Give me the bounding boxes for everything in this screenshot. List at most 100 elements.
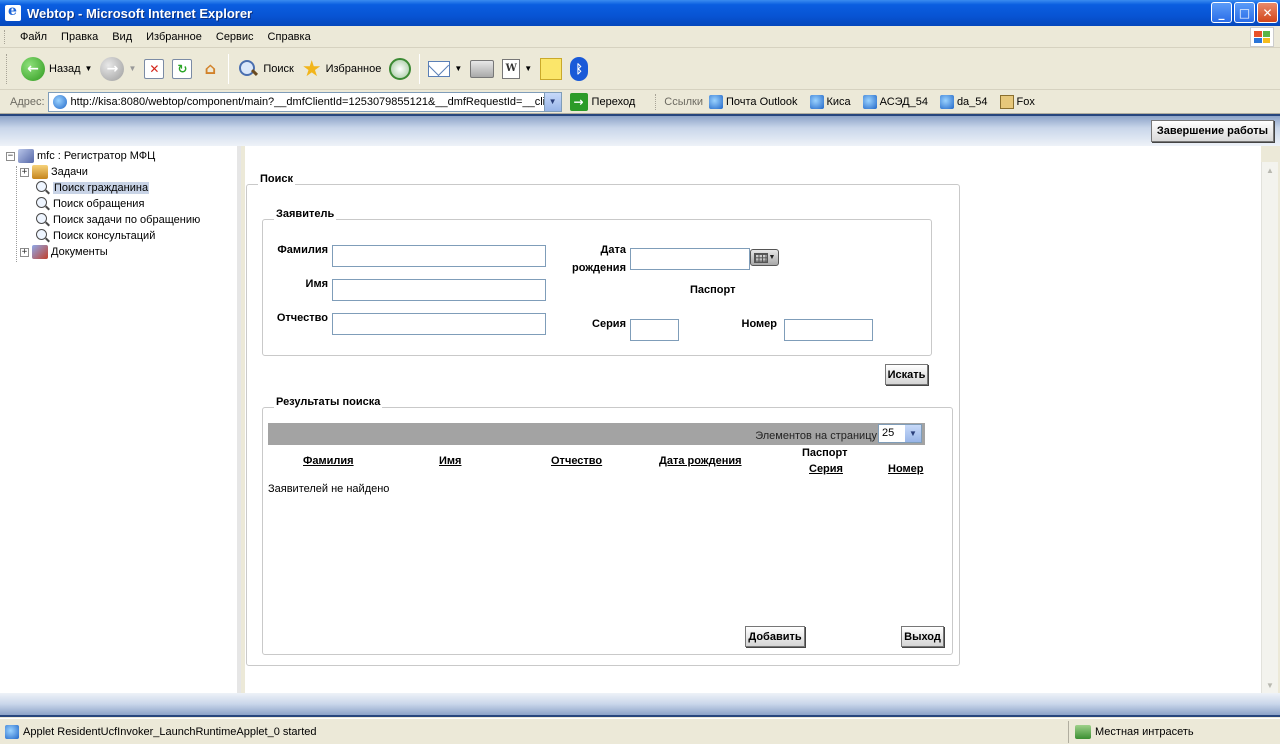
address-dropdown-icon[interactable]: ▼ — [543, 92, 561, 111]
page-icon — [52, 94, 67, 109]
number-label: Номер — [741, 318, 778, 330]
link-label: Fox — [1016, 95, 1035, 108]
menu-tools[interactable]: Сервис — [209, 31, 261, 43]
column-number[interactable]: Номер — [888, 463, 924, 475]
address-input[interactable] — [70, 95, 547, 108]
tree-item-tasks[interactable]: + Задачи — [20, 164, 200, 180]
tree-item-search-appeal[interactable]: Поиск обращения — [36, 196, 200, 212]
favorites-button[interactable]: ★ Избранное — [298, 53, 385, 85]
tree-item-search-citizen[interactable]: Поиск гражданина — [36, 180, 200, 196]
scroll-down-icon[interactable]: ▼ — [1262, 677, 1278, 693]
tree-item-label: Поиск консультаций — [53, 230, 156, 242]
intranet-icon — [1075, 725, 1091, 739]
search-button[interactable]: Поиск — [233, 53, 297, 85]
column-patronymic[interactable]: Отчество — [551, 455, 602, 467]
patronymic-input[interactable] — [332, 313, 546, 335]
tree-item-label: Задачи — [51, 166, 88, 178]
link-label: АСЭД_54 — [879, 95, 928, 108]
forward-dropdown-icon[interactable]: ▼ — [128, 64, 136, 73]
surname-input[interactable] — [332, 245, 546, 267]
menu-favorites[interactable]: Избранное — [139, 31, 209, 43]
edit-button[interactable]: W ▼ — [498, 53, 536, 85]
ie-icon — [5, 3, 21, 21]
stop-button[interactable]: ✕ — [140, 53, 168, 85]
bluetooth-button[interactable]: ᛒ — [566, 53, 592, 85]
minimize-button[interactable]: _ — [1211, 2, 1232, 23]
number-input[interactable] — [784, 319, 873, 341]
link-ased[interactable]: АСЭД_54 — [862, 94, 928, 109]
tree-item-label: Поиск задачи по обращению — [53, 214, 201, 226]
column-surname[interactable]: Фамилия — [303, 455, 354, 467]
word-icon: W — [502, 58, 521, 79]
tree-item-label: Документы — [51, 246, 108, 258]
documents-icon — [32, 245, 48, 259]
print-button[interactable] — [466, 53, 498, 85]
expand-icon[interactable]: + — [20, 247, 29, 257]
logout-button[interactable]: Завершение работы — [1150, 120, 1274, 142]
tree-item-search-task[interactable]: Поиск задачи по обращению — [36, 212, 200, 228]
column-series[interactable]: Серия — [809, 463, 843, 475]
status-bar: Applet ResidentUcfInvoker_LaunchRuntimeA… — [0, 718, 1280, 744]
expand-icon[interactable]: + — [20, 167, 29, 177]
tree-item-search-consultations[interactable]: Поиск консультаций — [36, 228, 200, 244]
page-status-icon — [5, 724, 19, 739]
link-outlook[interactable]: Почта Outlook — [708, 94, 798, 109]
collapse-icon[interactable]: − — [6, 151, 15, 161]
tree-root[interactable]: − mfc : Регистратор МФЦ — [6, 148, 200, 164]
search-icon — [36, 181, 50, 195]
forward-button[interactable]: → ▼ — [96, 53, 140, 85]
calendar-icon — [753, 252, 768, 263]
column-name[interactable]: Имя — [439, 455, 461, 467]
go-arrow-icon: → — [569, 92, 588, 111]
search-label: Поиск — [263, 62, 294, 75]
menu-file[interactable]: Файл — [13, 31, 54, 43]
link-fox[interactable]: Fox — [999, 94, 1035, 109]
security-zone: Местная интрасеть — [1068, 721, 1194, 743]
tree-item-documents[interactable]: + Документы — [20, 244, 200, 260]
note-icon — [540, 57, 563, 80]
mail-dropdown-icon[interactable]: ▼ — [454, 64, 462, 73]
stop-icon: ✕ — [144, 58, 165, 79]
back-button[interactable]: ← Назад ▼ — [17, 53, 96, 85]
main-scrollbar[interactable]: ▲ ▼ — [1261, 162, 1278, 693]
name-input[interactable] — [332, 279, 546, 301]
history-button[interactable] — [385, 53, 415, 85]
column-birth-date[interactable]: Дата рождения — [659, 455, 742, 467]
back-dropdown-icon[interactable]: ▼ — [85, 64, 93, 73]
address-box[interactable]: ▼ — [47, 91, 562, 112]
edit-dropdown-icon[interactable]: ▼ — [524, 64, 532, 73]
link-label: Киса — [826, 95, 851, 108]
menu-bar: Файл Правка Вид Избранное Сервис Справка — [0, 26, 1280, 48]
calendar-button[interactable]: ▼ — [750, 249, 779, 266]
menu-help[interactable]: Справка — [261, 31, 318, 43]
results-legend: Результаты поиска — [274, 396, 383, 408]
close-button[interactable]: ✕ — [1257, 2, 1278, 23]
chevron-down-icon: ▼ — [768, 254, 776, 261]
notes-button[interactable] — [536, 53, 566, 85]
link-kisa[interactable]: Киса — [809, 94, 851, 109]
refresh-button[interactable]: ↻ — [168, 53, 196, 85]
search-submit-button[interactable]: Искать — [885, 364, 928, 385]
printer-icon — [470, 59, 495, 78]
menu-edit[interactable]: Правка — [54, 31, 105, 43]
link-label: da_54 — [956, 95, 988, 108]
exit-button[interactable]: Выход — [901, 626, 944, 647]
link-image-icon — [999, 94, 1014, 109]
series-input[interactable] — [630, 319, 679, 341]
birth-date-input[interactable] — [630, 248, 750, 270]
tree-item-label: Поиск обращения — [53, 198, 145, 210]
chevron-down-icon[interactable]: ▼ — [905, 425, 921, 442]
mail-button[interactable]: ▼ — [424, 53, 466, 85]
per-page-select[interactable]: 25 ▼ — [878, 424, 922, 443]
go-button[interactable]: → Переход — [569, 92, 635, 111]
surname-label: Фамилия — [277, 244, 328, 256]
menu-view[interactable]: Вид — [105, 31, 139, 43]
scroll-up-icon[interactable]: ▲ — [1262, 162, 1278, 178]
home-button[interactable]: ⌂ — [196, 53, 224, 85]
link-label: Почта Outlook — [725, 95, 798, 108]
link-da[interactable]: da_54 — [939, 94, 988, 109]
mail-icon — [428, 60, 451, 77]
maximize-button[interactable]: □ — [1234, 2, 1255, 23]
add-button[interactable]: Добавить — [745, 626, 805, 647]
search-icon — [36, 229, 50, 243]
